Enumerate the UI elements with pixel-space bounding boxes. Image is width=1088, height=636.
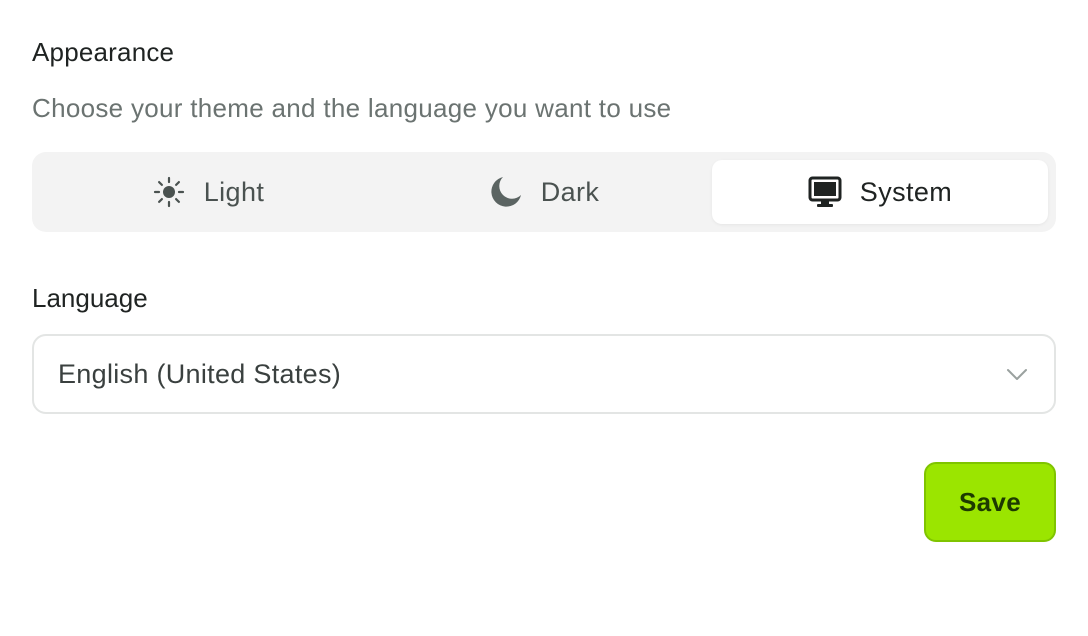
appearance-description: Choose your theme and the language you w… (32, 93, 672, 123)
monitor-icon (808, 175, 842, 209)
theme-option-dark-label: Dark (540, 176, 600, 207)
chevron-down-icon (1004, 361, 1030, 387)
sun-icon (152, 175, 186, 209)
theme-option-light-label: Light (203, 176, 265, 207)
appearance-title: Appearance (32, 37, 175, 67)
save-button[interactable]: Save (924, 462, 1056, 542)
language-select[interactable]: English (United States) (32, 334, 1056, 414)
theme-option-system-label: System (859, 176, 953, 207)
moon-icon (489, 175, 523, 209)
theme-option-dark[interactable]: Dark (376, 160, 712, 224)
language-select-value: English (United States) (58, 358, 342, 389)
theme-option-system[interactable]: System (712, 160, 1048, 224)
actions-row: Save (32, 462, 1056, 542)
language-label: Language (32, 283, 148, 313)
settings-panel: Appearance Choose your theme and the lan… (32, 36, 1056, 542)
theme-toggle: Light Dark System (32, 152, 1056, 232)
theme-option-light[interactable]: Light (40, 160, 376, 224)
